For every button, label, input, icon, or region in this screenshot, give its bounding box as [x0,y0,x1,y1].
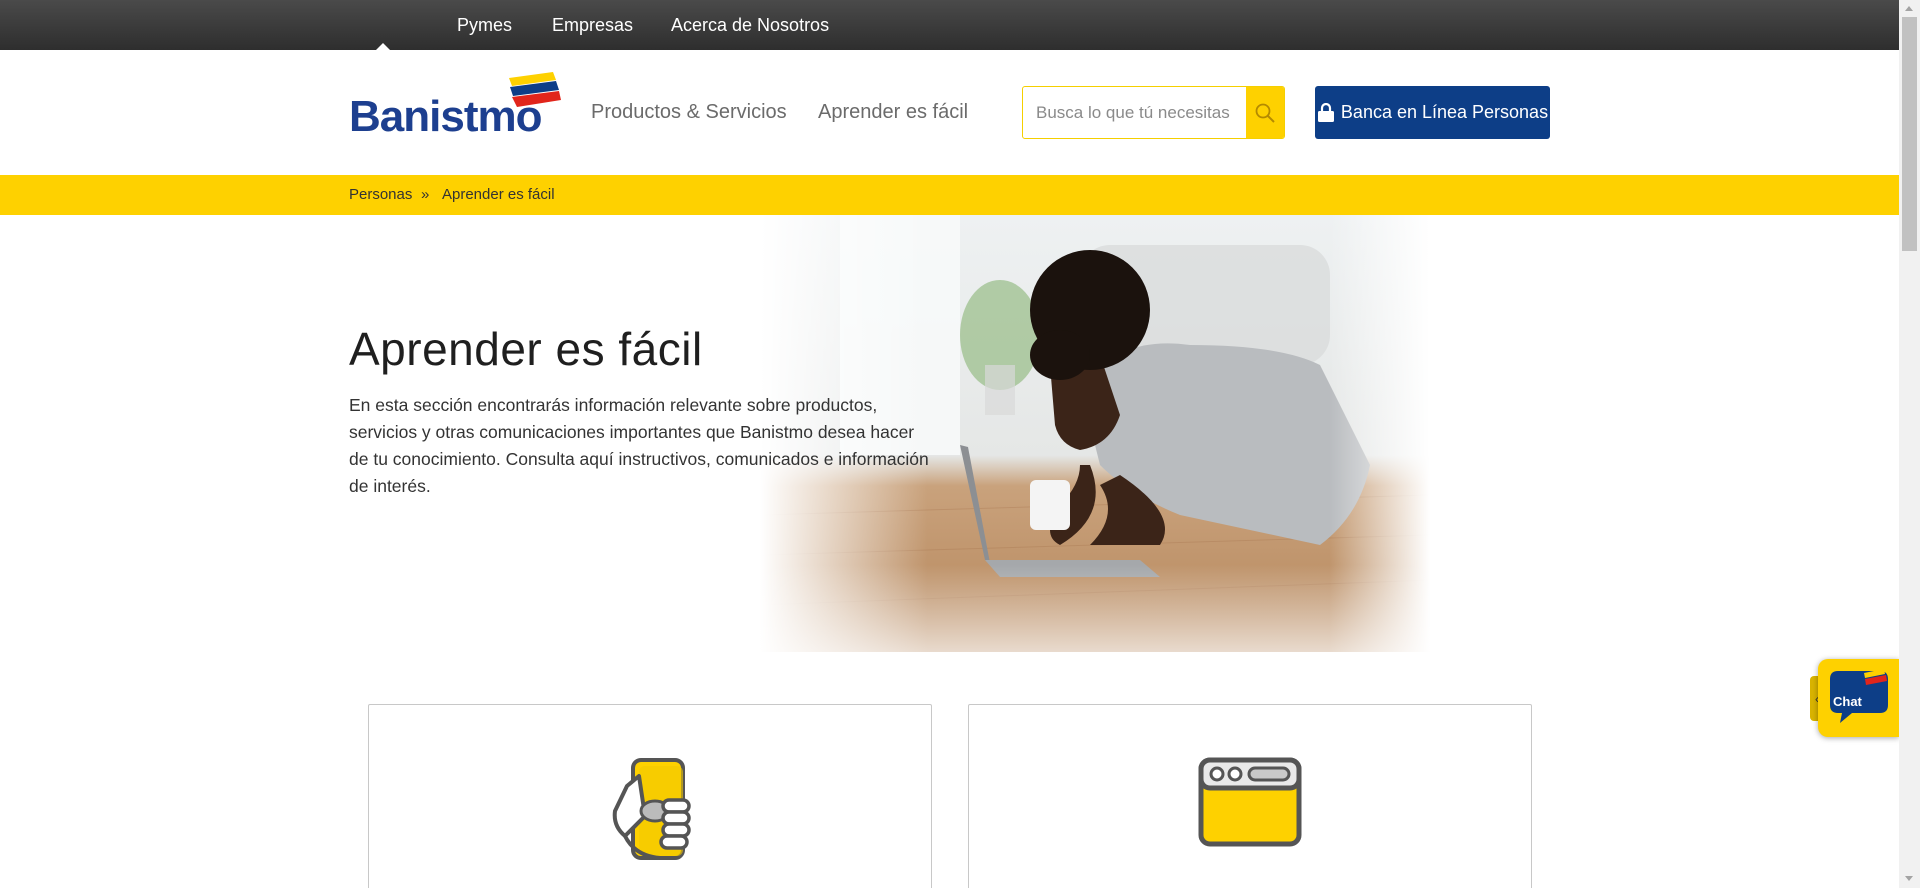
chat-label: Chat [1833,694,1862,709]
search-icon [1255,103,1275,123]
card-comunicados[interactable] [968,704,1532,888]
topbar-link-acerca[interactable]: Acerca de Nosotros [671,0,829,50]
topbar-link-empresas[interactable]: Empresas [552,0,633,50]
lock-icon [1317,102,1334,122]
main-header: Banistmo Productos & Servicios Aprender … [0,50,1899,175]
browser-window-icon [1198,757,1302,847]
search-button[interactable] [1246,87,1284,138]
topbar-link-pymes[interactable]: Pymes [457,0,512,50]
nav-aprender-es-facil[interactable]: Aprender es fácil [818,101,968,124]
scroll-up-arrow-icon[interactable] [1905,6,1913,11]
nav-productos-servicios[interactable]: Productos & Servicios [591,101,787,124]
page-title: Aprender es fácil [349,323,703,375]
search-box [1022,86,1285,139]
card-instructivos[interactable] [368,704,932,888]
top-utility-bar: Pymes Empresas Acerca de Nosotros [0,0,1899,50]
banistmo-logo[interactable]: Banistmo [349,70,564,141]
breadcrumb-separator: » [421,186,430,203]
breadcrumb-item-current: Aprender es fácil [442,186,555,203]
logo-wordmark: Banistmo [349,92,542,141]
breadcrumb-item-personas[interactable]: Personas [349,186,412,203]
page-scrollbar[interactable] [1899,0,1920,888]
breadcrumb: Personas » Aprender es fácil [0,175,1899,215]
search-input[interactable] [1023,87,1247,138]
chat-widget-button[interactable]: Chat [1818,659,1899,737]
hero-description: En esta sección encontrarás información … [349,395,929,496]
scroll-down-arrow-icon[interactable] [1905,876,1913,881]
scroll-thumb[interactable] [1902,17,1917,251]
banca-en-linea-label: Banca en Línea Personas [1340,102,1549,122]
banca-en-linea-button[interactable]: Banca en Línea Personas [1315,86,1550,139]
active-indicator-caret [376,43,390,50]
hand-phone-icon [612,758,691,860]
